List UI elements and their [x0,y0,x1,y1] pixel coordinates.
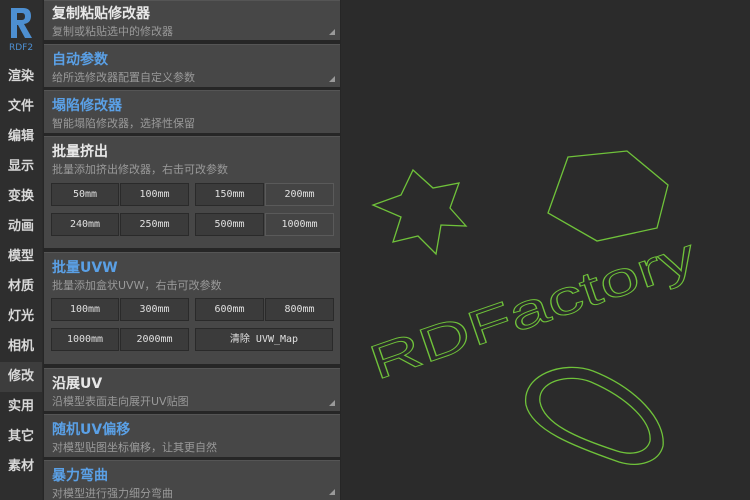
size-button[interactable]: 100mm [120,183,189,206]
card-desc: 批量添加挤出修改器，右击可改参数 [52,163,228,176]
card-title: 随机UV偏移 [52,422,131,438]
card-title: 批量UVW [52,260,118,276]
card-desc: 沿模型表面走向展开UV贴图 [52,395,189,408]
size-button[interactable]: 200mm [265,183,334,206]
size-button[interactable]: 100mm [51,298,119,321]
card-auto-params[interactable]: 自动参数 给所选修改器配置自定义参数 [44,44,340,87]
nav-item[interactable]: 素材 [0,452,42,482]
size-button[interactable]: 150mm [195,183,264,206]
modifier-panel: 复制粘贴修改器 复制或粘贴选中的修改器 自动参数 给所选修改器配置自定义参数 塌… [43,0,341,500]
card-title: 批量挤出 [52,144,108,160]
card-desc: 对模型贴图坐标偏移，让其更自然 [52,441,217,454]
nav-item[interactable]: 实用 [0,392,42,422]
card-desc: 给所选修改器配置自定义参数 [52,71,195,84]
nav-item[interactable]: 其它 [0,422,42,452]
nav-item[interactable]: 灯光 [0,302,42,332]
card-uvw: 批量UVW 批量添加盒状UVW，右击可改参数 100mm 300mm 600mm 80… [44,252,340,364]
nav-item[interactable]: 相机 [0,332,42,362]
rdfactory-3d-text[interactable]: RDFactory [362,227,703,390]
card-title: 自动参数 [52,52,108,68]
card-collapse[interactable]: 塌陷修改器 智能塌陷修改器，选择性保留 [44,90,340,133]
nav-item[interactable]: 动画 [0,212,42,242]
card-title: 塌陷修改器 [52,98,122,114]
size-button[interactable]: 250mm [120,213,189,236]
left-nav: RDF2 渲染 文件 编辑 显示 变换 动画 模型 材质 灯光 相机 修改 实用 其它 素材 [0,0,42,500]
card-desc: 智能塌陷修改器，选择性保留 [52,117,195,130]
nav-item[interactable]: 渲染 [0,62,42,92]
hexagon-shape[interactable] [547,150,669,242]
size-button[interactable]: 240mm [51,213,119,236]
card-extrude: 批量挤出 批量添加挤出修改器，右击可改参数 50mm 100mm 150mm 200m… [44,136,340,248]
card-copy-paste[interactable]: 复制粘贴修改器 复制或粘贴选中的修改器 [44,0,340,40]
star-shape[interactable] [371,168,468,256]
nav-item[interactable]: 模型 [0,242,42,272]
card-desc: 批量添加盒状UVW，右击可改参数 [52,279,222,292]
size-button[interactable]: 2000mm [120,328,189,351]
card-desc: 对模型进行强力细分弯曲 [52,487,173,500]
size-button[interactable]: 50mm [51,183,119,206]
size-button[interactable]: 300mm [120,298,189,321]
nav-item[interactable]: 变换 [0,182,42,212]
size-button[interactable]: 600mm [195,298,264,321]
nav-item[interactable]: 材质 [0,272,42,302]
expand-corner-icon[interactable] [329,76,335,82]
nav-item[interactable]: 显示 [0,152,42,182]
card-bend[interactable]: 暴力弯曲 对模型进行强力细分弯曲 [44,460,340,500]
size-button[interactable]: 1000mm [51,328,119,351]
card-title: 沿展UV [52,376,103,392]
card-desc: 复制或粘贴选中的修改器 [52,25,173,38]
logo-subtitle: RDF2 [8,43,34,53]
expand-corner-icon[interactable] [329,29,335,35]
3d-viewport[interactable]: RDFactory [341,0,750,500]
card-random-uv[interactable]: 随机UV偏移 对模型贴图坐标偏移，让其更自然 [44,414,340,457]
size-button[interactable]: 1000mm [265,213,334,236]
viewport-scene[interactable]: RDFactory [341,0,750,500]
ellipse-ring-shape[interactable] [525,366,664,465]
expand-corner-icon[interactable] [329,400,335,406]
size-button[interactable]: 800mm [265,298,334,321]
card-title: 复制粘贴修改器 [52,6,150,22]
card-unwrap-uv[interactable]: 沿展UV 沿模型表面走向展开UV贴图 [44,368,340,411]
expand-corner-icon[interactable] [329,489,335,495]
size-button[interactable]: 500mm [195,213,264,236]
card-title: 暴力弯曲 [52,468,108,484]
nav-item[interactable]: 修改 [0,362,42,392]
clear-uvw-map-button[interactable]: 清除 UVW_Map [195,328,333,351]
rdf-logo-icon [11,8,32,38]
nav-item[interactable]: 文件 [0,92,42,122]
nav-item[interactable]: 编辑 [0,122,42,152]
